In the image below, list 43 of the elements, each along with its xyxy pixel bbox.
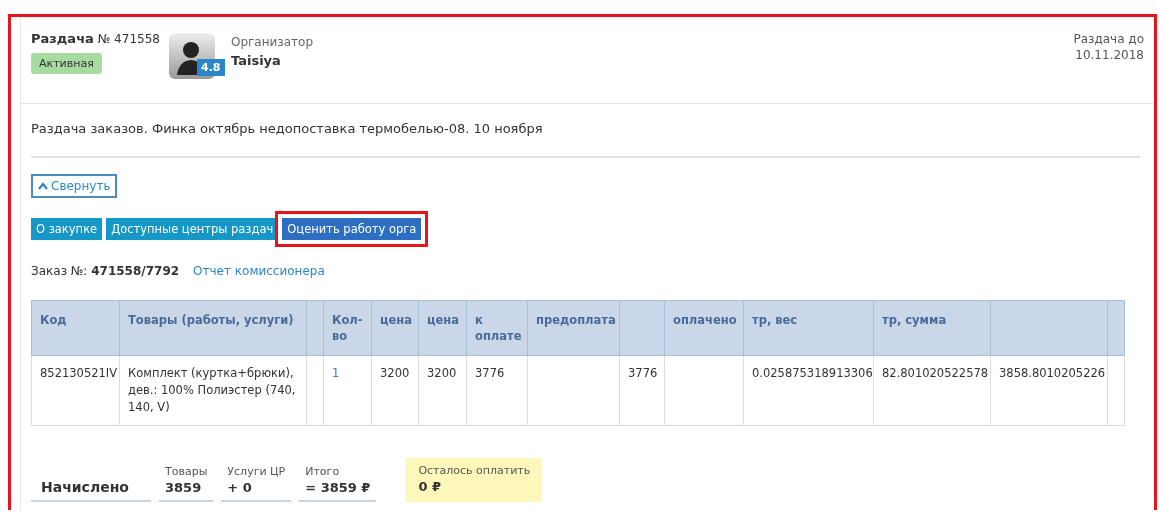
table-cell: 3776	[619, 355, 665, 426]
distribution-title: Раздача	[31, 31, 94, 46]
table-cell: 3776	[466, 355, 528, 426]
table-cell: 82.801020522578	[873, 355, 991, 426]
remaining-label: Осталось оплатить	[418, 464, 531, 477]
summary-label: Товары	[165, 465, 208, 478]
remaining-value: 0 ₽	[418, 479, 443, 494]
description: Раздача заказов. Финка октябрь недопоставка термобелью-08. 10 ноября	[31, 104, 1140, 158]
summary-value: 3859	[165, 480, 203, 495]
summary-label: Услуги ЦР	[227, 465, 286, 478]
column-header: Код	[31, 300, 120, 356]
table-cell: 3200	[371, 355, 419, 426]
deadline-label: Раздача до	[1073, 31, 1144, 47]
order-number: Заказ №: 471558/7792	[31, 264, 180, 278]
column-header: Кол-во	[323, 300, 372, 356]
organizer-name: Taisiya	[231, 53, 282, 68]
action-button[interactable]: О закупке	[31, 218, 103, 240]
report-link[interactable]: Отчет комиссионера	[193, 264, 325, 278]
status-badge: Активная	[31, 53, 102, 74]
column-header: цена	[418, 300, 467, 356]
column-header: цена	[371, 300, 419, 356]
summary-value: = 3859 ₽	[305, 480, 371, 495]
summary-value: + 0	[227, 480, 253, 495]
chevron-up-icon	[38, 182, 48, 190]
distribution-number: № 471558	[97, 32, 160, 46]
table-cell: 852130521IV	[31, 355, 120, 426]
organizer-label: Организатор	[231, 35, 314, 49]
table-cell: 3200	[418, 355, 467, 426]
column-header: предоплата	[527, 300, 620, 356]
column-header: Товары (работы, услуги)	[119, 300, 307, 356]
column-header: оплачено	[664, 300, 744, 356]
collapse-button[interactable]: Свернуть	[31, 174, 118, 198]
deadline-date: 10.11.2018	[1074, 47, 1144, 63]
column-header: тр, вес	[743, 300, 874, 356]
accrued-title: Начислено	[31, 471, 151, 502]
quantity-link[interactable]: 1	[332, 366, 340, 380]
summary-label: Итого	[305, 465, 341, 478]
table-cell: 0.025875318913306	[743, 355, 874, 426]
rating-badge: 4.8	[197, 59, 225, 76]
column-header: тр, сумма	[873, 300, 991, 356]
column-header: к оплате	[466, 300, 528, 356]
table-cell: 3858.8010205226	[990, 355, 1108, 426]
table-cell: Комплект (куртка+брюки), дев.: 100% Полиэстер (740, 140, V)	[119, 355, 307, 426]
